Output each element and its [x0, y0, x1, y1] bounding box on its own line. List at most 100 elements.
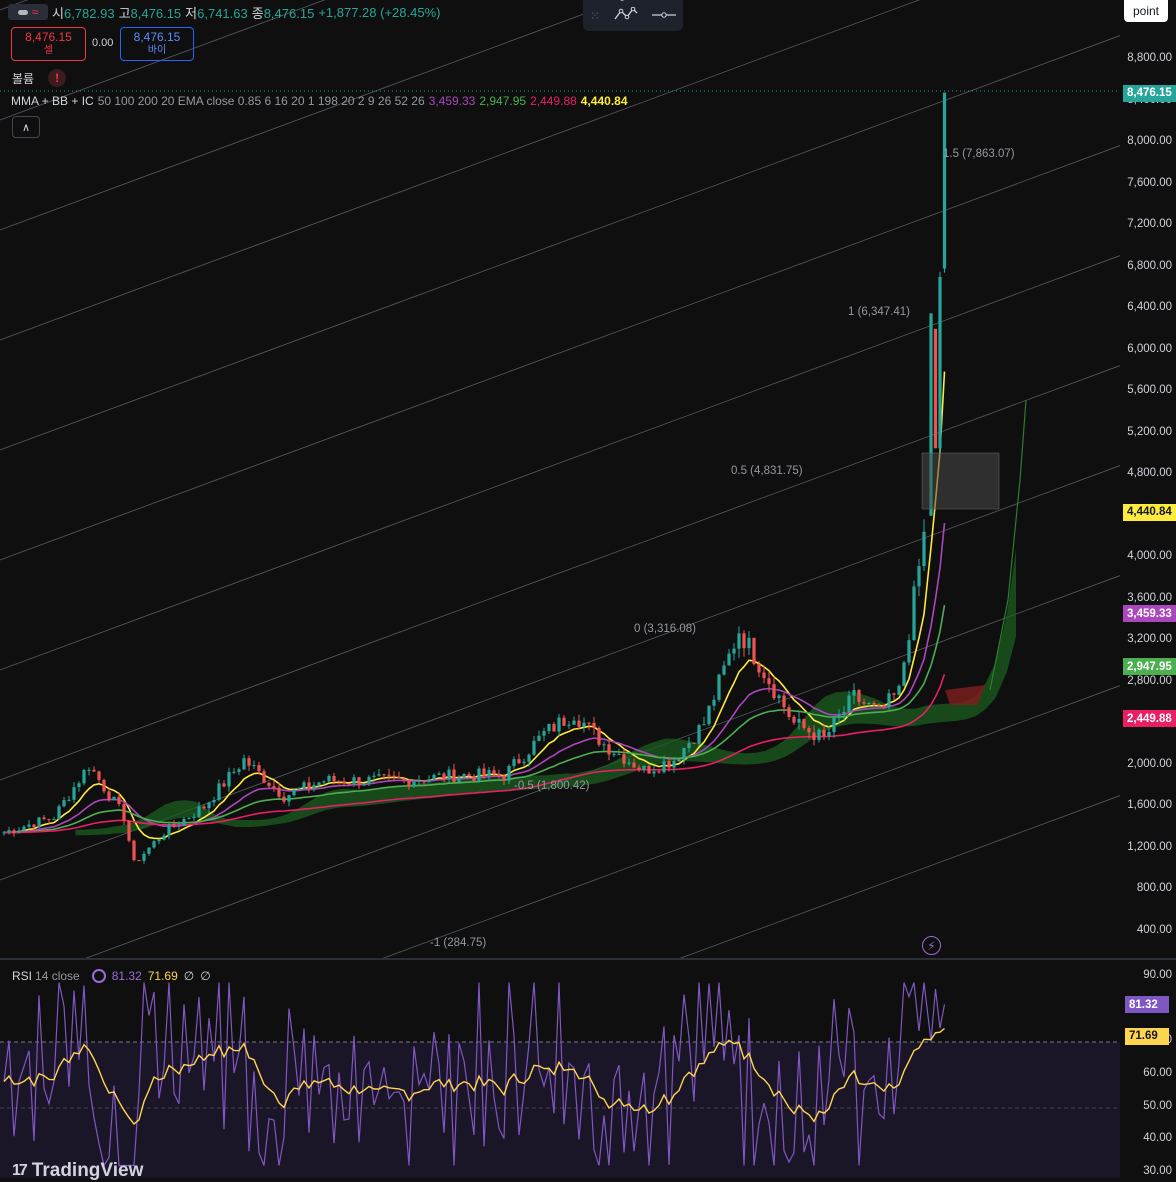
buy-button[interactable]: 8,476.15 바이 — [120, 27, 194, 61]
candle-body — [792, 716, 796, 723]
candle-body — [317, 782, 321, 786]
candle-body — [647, 765, 651, 774]
candle-body — [482, 768, 486, 776]
candle-body — [322, 781, 326, 783]
candle-body — [767, 678, 771, 685]
floating-toolbar: ⁙ 1 5 — [583, 0, 683, 31]
candle-body — [782, 695, 786, 708]
candle-body — [707, 705, 711, 725]
candle-body — [147, 847, 151, 854]
candle-body — [772, 684, 776, 699]
candle-body — [912, 586, 916, 641]
price-axis-label: 2,000.00 — [1127, 757, 1172, 770]
horizontal-line-icon[interactable] — [651, 9, 676, 23]
candle-body — [32, 824, 36, 828]
candle-body — [212, 799, 216, 803]
volume-label: 볼륨 — [12, 71, 35, 86]
price-axis-label: 3,200.00 — [1127, 633, 1172, 646]
candle-body — [442, 773, 446, 780]
price-axis-label: 7,200.00 — [1127, 218, 1172, 231]
cloud-red-band — [945, 685, 985, 705]
candle-body — [597, 728, 601, 745]
candle-body — [197, 806, 201, 817]
candle-body — [817, 729, 821, 741]
candle-body — [257, 765, 261, 772]
candle-body — [2, 832, 6, 834]
candle-body — [592, 722, 596, 729]
rsi-band — [0, 1042, 1120, 1178]
indicator-value-2: 2,947.95 — [479, 94, 527, 108]
highlight-box[interactable] — [921, 452, 1000, 510]
lightning-icon[interactable]: ⚡︎ — [922, 936, 941, 955]
rsi-ma-value: 71.69 — [147, 969, 178, 983]
rsi-legend[interactable]: RSI 14 close 81.32 71.69 ∅ ∅ — [12, 969, 211, 983]
minus-icon — [17, 9, 28, 15]
candle-body — [52, 819, 56, 821]
candle-body — [902, 662, 906, 686]
candle-body — [412, 781, 416, 787]
candle-body — [812, 732, 816, 741]
candle-body — [637, 767, 641, 770]
warning-icon[interactable]: ! — [48, 69, 67, 87]
point-button[interactable]: point — [1124, 0, 1168, 22]
candle-body — [392, 775, 396, 778]
candle-body — [627, 762, 631, 764]
candle-body — [657, 771, 661, 773]
fib-label: -1 (284.75) — [430, 937, 487, 949]
candle-body — [312, 785, 316, 789]
candle-body — [557, 717, 561, 732]
hidden-icon-1[interactable]: ∅ — [184, 969, 194, 983]
indicator-value-1: 3,459.33 — [428, 94, 476, 108]
line-chart-icon[interactable]: 1 5 — [614, 0, 638, 24]
candle-body — [862, 702, 866, 704]
candle-body — [242, 758, 246, 770]
candle-body — [897, 685, 901, 695]
candle-body — [57, 806, 61, 820]
candle-body — [162, 835, 166, 840]
candle-body — [677, 759, 681, 762]
candle-body — [352, 777, 356, 785]
ohlc-low: 저6,741.63 — [185, 5, 248, 21]
candle-body — [852, 689, 856, 696]
candle-body — [467, 774, 471, 777]
price-axis-label: 5,600.00 — [1127, 384, 1172, 397]
candle-body — [487, 770, 491, 776]
indicator-value-4: 4,440.84 — [580, 94, 628, 108]
spread-value: 0.00 — [92, 37, 114, 49]
rsi-tag-0: 81.32 — [1125, 996, 1169, 1014]
symbol-toggle-button[interactable]: ≈ — [8, 4, 48, 20]
indicator-legend[interactable]: MMA + BB + IC 50 100 200 20 EMA close 0.… — [11, 94, 628, 108]
candle-body — [922, 531, 926, 567]
candle-body — [842, 712, 846, 716]
candle-body — [602, 744, 606, 746]
candle-body — [12, 830, 16, 834]
price-axis-label: 6,800.00 — [1127, 259, 1172, 272]
candle-body — [227, 771, 231, 787]
price-chart[interactable] — [0, 0, 1176, 1182]
candle-body — [892, 693, 896, 695]
candle-body — [667, 761, 671, 768]
candle-body — [837, 715, 841, 719]
cycle-icon[interactable] — [91, 969, 106, 983]
rsi-axis-label: 60.00 — [1143, 1067, 1172, 1079]
candle-body — [202, 806, 206, 809]
fib-line[interactable] — [0, 685, 1120, 1100]
candle-body — [882, 705, 886, 707]
candle-body — [302, 782, 306, 789]
candle-body — [267, 782, 271, 787]
tradingview-logo[interactable]: 17 TradingView — [12, 1160, 143, 1182]
volume-legend[interactable]: 볼륨 ! — [12, 69, 67, 87]
candle-body — [97, 771, 101, 780]
drag-handle-icon[interactable]: ⁙ — [590, 9, 600, 23]
sell-button[interactable]: 8,476.15 셀 — [11, 27, 86, 61]
candle-body — [382, 774, 386, 776]
candle-body — [42, 817, 46, 819]
candle-body — [187, 818, 191, 820]
chevron-up-icon[interactable]: ∧ — [12, 116, 40, 138]
candle-body — [607, 744, 611, 755]
candle-body — [417, 780, 421, 782]
hidden-icon-2[interactable]: ∅ — [200, 969, 210, 983]
candle-body — [542, 731, 546, 736]
candle-body — [762, 672, 766, 679]
rsi-label: RSI — [12, 969, 33, 983]
